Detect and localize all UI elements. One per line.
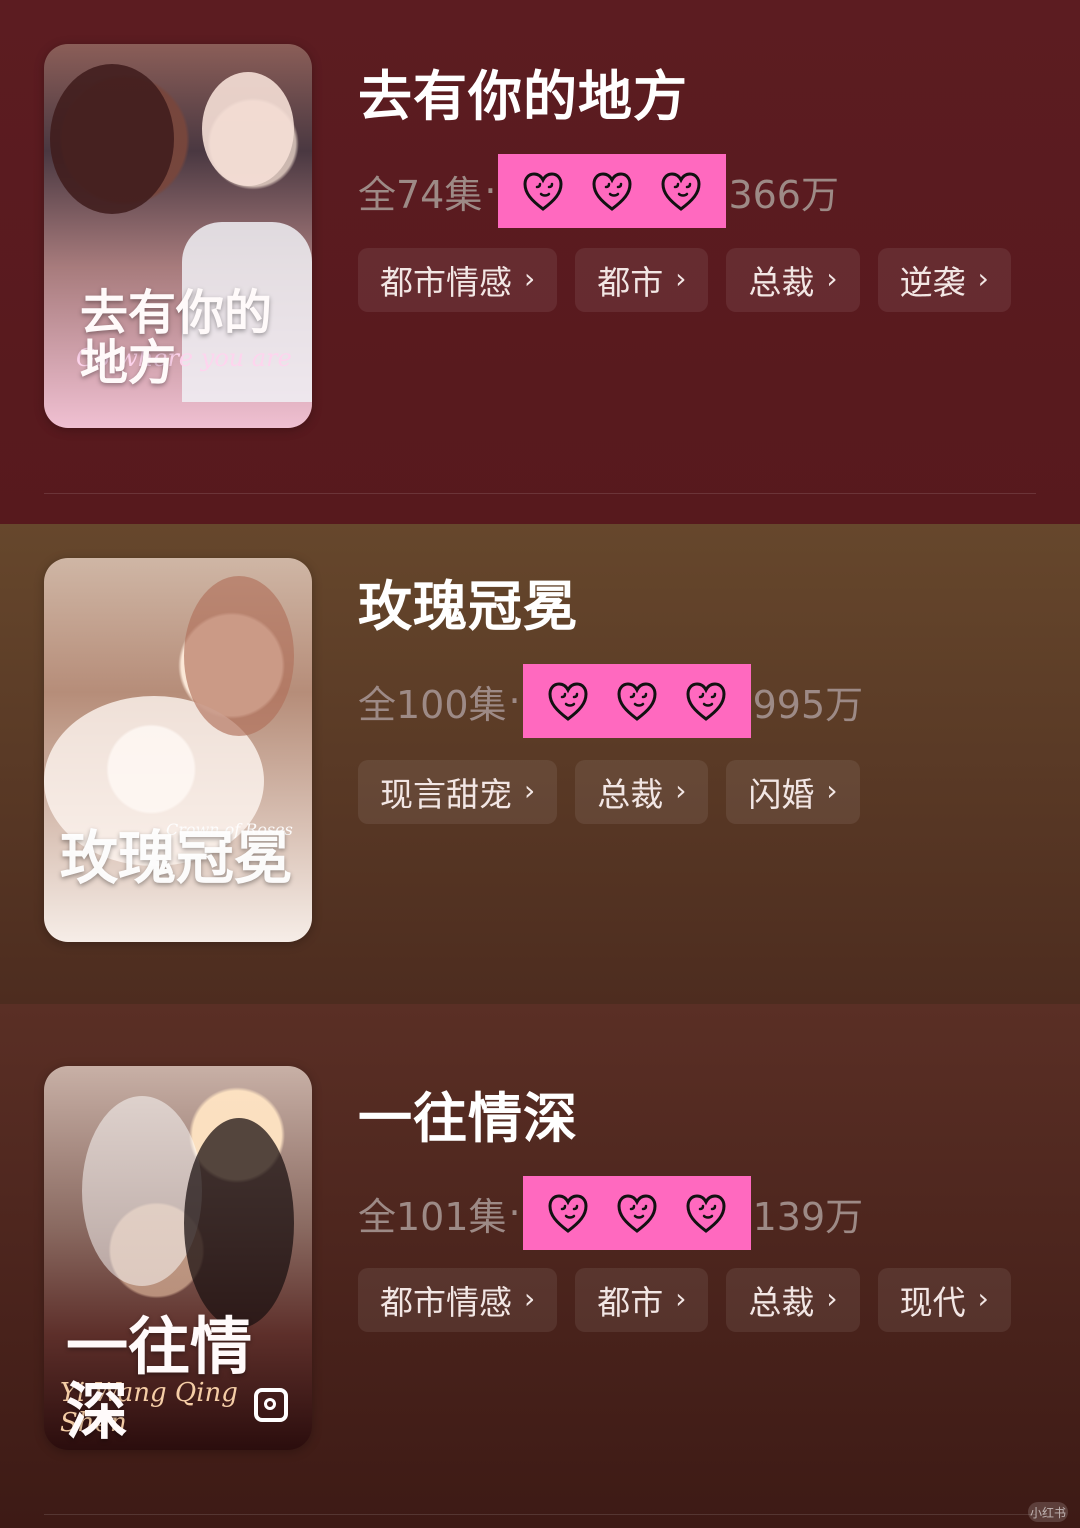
chevron-right-icon: › [675, 1282, 687, 1315]
chevron-right-icon: › [675, 262, 687, 295]
tag-label: 都市 [597, 263, 664, 302]
drama-title[interactable]: 一往情深 [358, 1074, 578, 1153]
tag-chip[interactable]: 都市情感 › [358, 248, 558, 312]
drama-card[interactable]: Yi Wang Qing Shen 一往情深 一往情深 全101集 · 139万… [0, 1004, 1080, 1528]
drama-title[interactable]: 玫瑰冠冕 [358, 562, 578, 641]
drama-card[interactable]: Go where you are 去有你的地方 去有你的地方 全74集 · 36… [0, 0, 1080, 524]
tag-label: 总裁 [597, 775, 664, 814]
chevron-right-icon: › [524, 774, 536, 807]
meta-separator: · [508, 1191, 521, 1235]
tag-chip[interactable]: 都市 › [575, 1268, 709, 1332]
tag-chip[interactable]: 总裁 › [726, 248, 860, 312]
heart-icon [523, 172, 563, 211]
tag-chip[interactable]: 闪婚 › [726, 760, 860, 824]
heart-icon [661, 172, 701, 211]
episode-count: 全74集 [358, 172, 483, 217]
tag-list: 现言甜宠 › 总裁 › 闪婚 › [358, 760, 860, 824]
chevron-right-icon: › [826, 262, 838, 295]
tag-label: 逆袭 [899, 263, 966, 302]
divider [44, 1514, 1036, 1515]
drama-meta: 全101集 · 139万 [358, 1176, 863, 1250]
tag-chip[interactable]: 都市情感 › [358, 1268, 558, 1332]
chevron-right-icon: › [826, 1282, 838, 1315]
tag-label: 都市情感 [380, 1283, 512, 1322]
tag-label: 现言甜宠 [380, 775, 512, 814]
view-count: 139万 [752, 1194, 864, 1239]
tag-label: 闪婚 [748, 775, 815, 814]
tag-chip[interactable]: 都市 › [575, 248, 709, 312]
chevron-right-icon: › [826, 774, 838, 807]
episode-count: 全101集 [358, 1194, 507, 1239]
tag-chip[interactable]: 逆袭 › [877, 248, 1011, 312]
watermark: 小红书 [1028, 1502, 1068, 1522]
tag-label: 总裁 [748, 1283, 815, 1322]
episode-count: 全100集 [358, 682, 507, 727]
meta-separator: · [508, 679, 521, 723]
tag-label: 总裁 [748, 263, 815, 302]
heart-icon [617, 1194, 657, 1233]
heart-icon [548, 682, 588, 721]
heart-icon [686, 682, 726, 721]
chevron-right-icon: › [524, 1282, 536, 1315]
heart-strip [522, 664, 751, 738]
poster-image[interactable]: Crown of Roses 玫瑰冠冕 [44, 558, 312, 942]
drama-meta: 全74集 · 366万 [358, 154, 839, 228]
logo-icon [254, 1388, 288, 1422]
poster-title: 一往情深 [66, 1310, 253, 1449]
poster-title: 玫瑰冠冕 [60, 824, 293, 892]
tag-chip[interactable]: 总裁 › [575, 760, 709, 824]
poster-image[interactable]: Go where you are 去有你的地方 [44, 44, 312, 428]
tag-list: 都市情感 › 都市 › 总裁 › 现代 › [358, 1268, 1011, 1332]
view-count: 366万 [728, 172, 839, 217]
drama-title[interactable]: 去有你的地方 [358, 52, 688, 131]
tag-label: 都市情感 [380, 263, 512, 302]
heart-icon [686, 1194, 726, 1233]
drama-card[interactable]: Crown of Roses 玫瑰冠冕 玫瑰冠冕 全100集 · 995万 现言… [0, 524, 1080, 1004]
heart-strip [498, 154, 727, 228]
tag-label: 现代 [899, 1283, 966, 1322]
drama-list-page: Go where you are 去有你的地方 去有你的地方 全74集 · 36… [0, 0, 1080, 1528]
meta-separator: · [484, 169, 497, 213]
view-count: 995万 [752, 682, 864, 727]
tag-list: 都市情感 › 都市 › 总裁 › 逆袭 › [358, 248, 1011, 312]
heart-strip [522, 1176, 751, 1250]
tag-label: 都市 [597, 1283, 664, 1322]
chevron-right-icon: › [977, 262, 989, 295]
heart-icon [617, 682, 657, 721]
tag-chip[interactable]: 现言甜宠 › [358, 760, 558, 824]
chevron-right-icon: › [977, 1282, 989, 1315]
divider [44, 493, 1036, 494]
chevron-right-icon: › [675, 774, 687, 807]
heart-icon [548, 1194, 588, 1233]
tag-chip[interactable]: 总裁 › [726, 1268, 860, 1332]
poster-image[interactable]: Yi Wang Qing Shen 一往情深 [44, 1066, 312, 1450]
drama-meta: 全100集 · 995万 [358, 664, 863, 738]
tag-chip[interactable]: 现代 › [877, 1268, 1011, 1332]
chevron-right-icon: › [524, 262, 536, 295]
poster-title: 去有你的地方 [80, 285, 273, 392]
heart-icon [592, 172, 632, 211]
